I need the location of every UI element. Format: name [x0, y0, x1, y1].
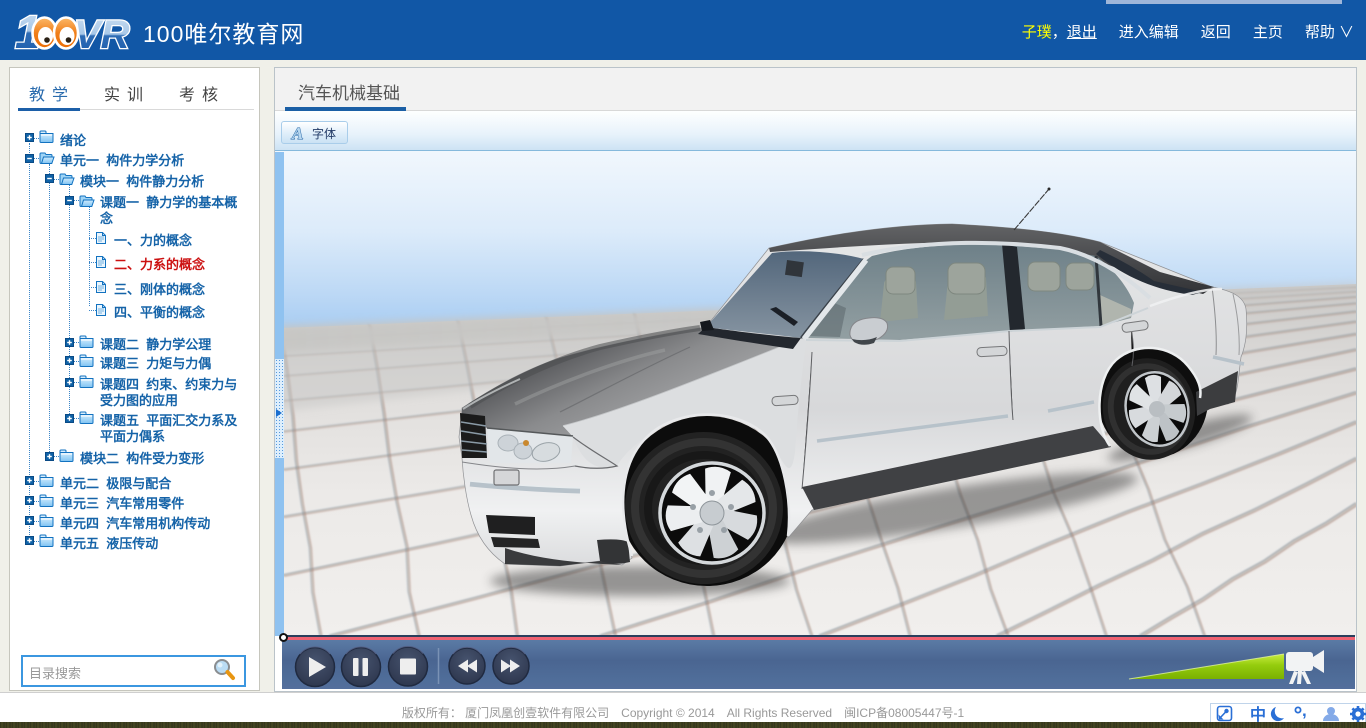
svg-text:,: ,: [1302, 703, 1307, 720]
svg-text:VR: VR: [74, 13, 130, 53]
svg-text:A: A: [291, 124, 303, 142]
